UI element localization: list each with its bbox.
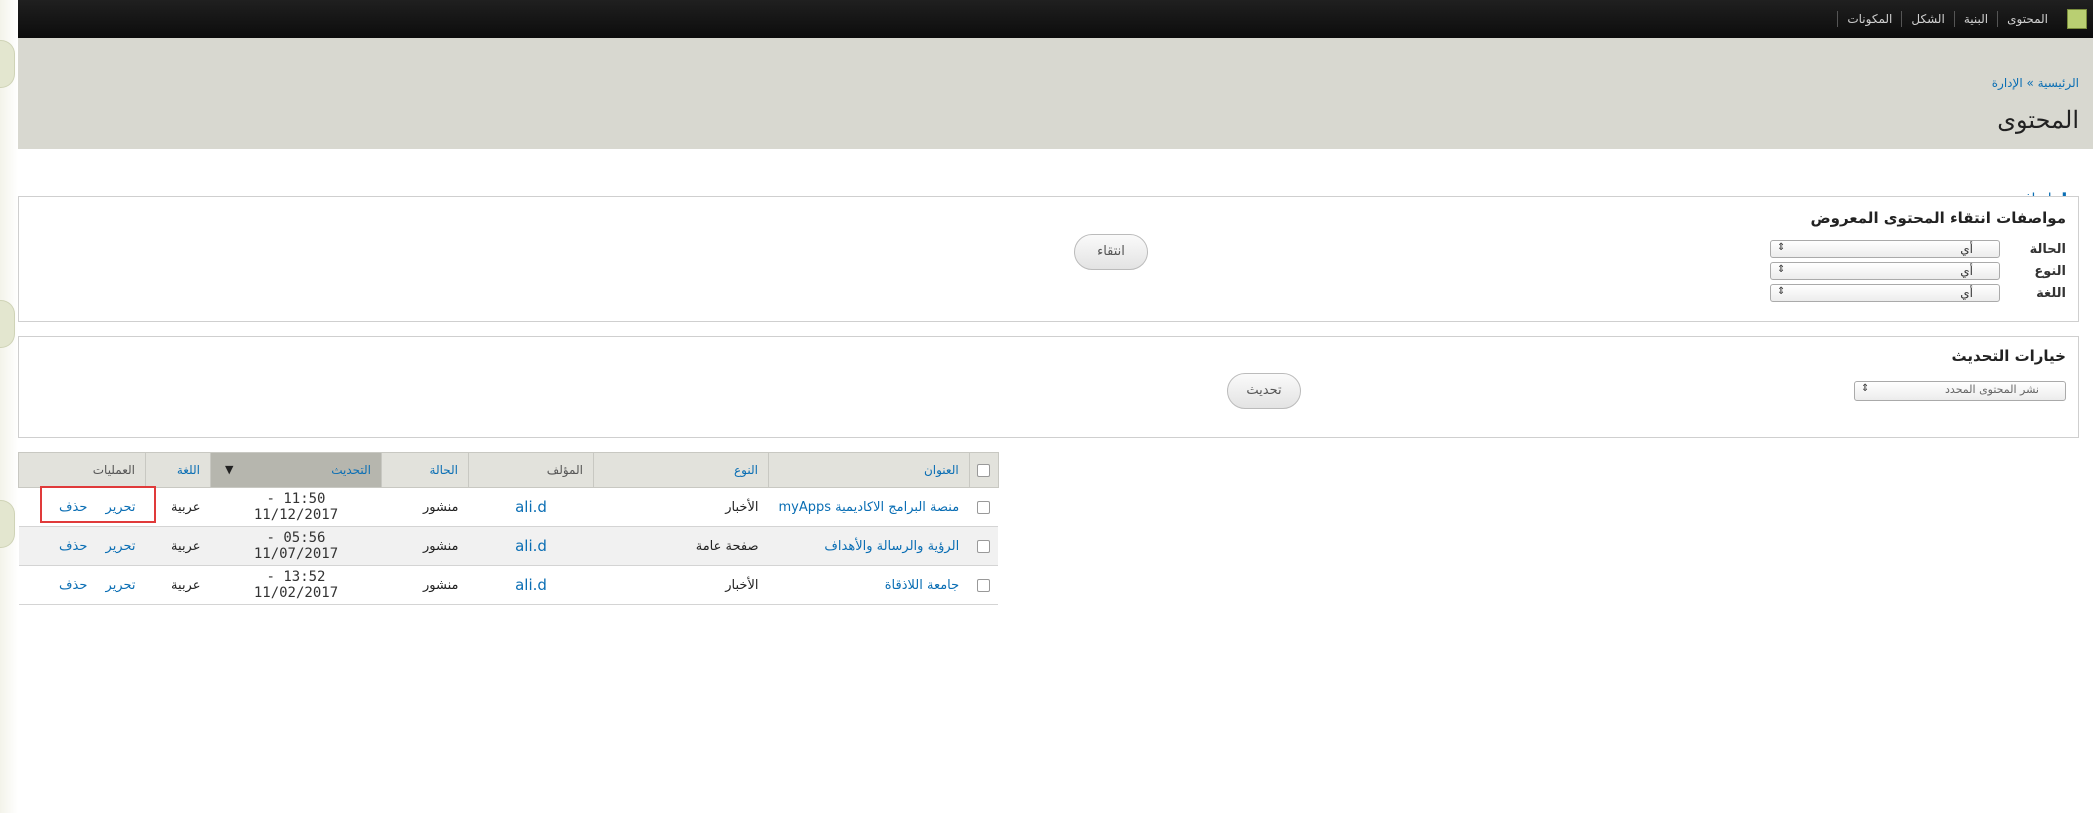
row-type: صفحة عامة [593, 526, 769, 566]
filter-panel: مواصفات انتقاء المحتوى المعروض الحالة أي… [18, 196, 2079, 322]
column-operations: العمليات [18, 452, 146, 488]
home-icon[interactable] [2067, 9, 2087, 29]
update-button[interactable]: تحديث [1227, 373, 1301, 409]
toolbar-item-modules[interactable]: المكونات [1837, 11, 1901, 27]
row-author-link[interactable]: ali.d [515, 537, 547, 555]
filter-language-select[interactable]: أي ⇕ [1770, 284, 2000, 302]
table-header-row: العنوان النوع المؤلف الحالة التحديث ▼ ال… [18, 452, 999, 488]
filter-type-select[interactable]: أي ⇕ [1770, 262, 2000, 280]
admin-toolbar: المحتوى البنية الشكل المكونات [18, 0, 2093, 38]
page-title: المحتوى [1997, 106, 2079, 134]
filter-button[interactable]: انتقاء [1074, 234, 1148, 270]
filter-status-label: الحالة [2029, 241, 2066, 257]
column-type[interactable]: النوع [593, 452, 769, 488]
leaf-decoration [0, 40, 15, 88]
page-header: الرئيسية » الإدارة المحتوى [18, 38, 2093, 149]
left-edge-decoration [0, 0, 18, 813]
row-operations: تحرير حذف [18, 565, 146, 605]
select-arrows-icon: ⇕ [1777, 264, 1786, 275]
filter-status-select[interactable]: أي ⇕ [1770, 240, 2000, 258]
row-checkbox[interactable] [969, 487, 999, 527]
row-language: عربية [145, 565, 211, 605]
leaf-decoration [0, 300, 15, 348]
row-author-link[interactable]: ali.d [515, 576, 547, 594]
table-row: جامعة اللاذقاة الأخبار ali.d منشور 13:52… [18, 565, 999, 605]
row-title-link[interactable]: منصة البرامج الاكاديمية myApps [779, 500, 960, 515]
filter-type-label: النوع [2034, 263, 2066, 279]
select-all-checkbox[interactable] [968, 452, 999, 488]
edit-link[interactable]: تحرير [106, 539, 136, 554]
select-arrows-icon: ⇕ [1777, 242, 1786, 253]
row-status: منشور [381, 565, 469, 605]
select-arrows-icon: ⇕ [1861, 383, 1870, 394]
row-title-link[interactable]: الرؤية والرسالة والأهداف [824, 539, 959, 554]
filter-status-row: الحالة أي ⇕ [1770, 239, 2066, 259]
column-title[interactable]: العنوان [768, 452, 970, 488]
delete-link[interactable]: حذف [59, 578, 87, 593]
row-status: منشور [381, 487, 469, 527]
update-panel-title: خيارات التحديث [1951, 347, 2066, 365]
edit-link[interactable]: تحرير [106, 578, 136, 593]
update-panel: خيارات التحديث نشر المحتوى المحدد ⇕ تحدي… [18, 336, 2079, 438]
filter-language-row: اللغة أي ⇕ [1770, 283, 2066, 303]
row-title-link[interactable]: جامعة اللاذقاة [885, 578, 959, 593]
column-author: المؤلف [468, 452, 594, 488]
delete-link[interactable]: حذف [59, 539, 87, 554]
row-updated: 13:52 - 11/02/2017 [210, 565, 382, 605]
row-updated: 11:50 - 11/12/2017 [210, 487, 382, 527]
row-checkbox[interactable] [969, 526, 999, 566]
breadcrumb[interactable]: الرئيسية » الإدارة [1992, 76, 2079, 90]
toolbar-item-structure[interactable]: البنية [1953, 11, 1997, 27]
filter-type-row: النوع أي ⇕ [1770, 261, 2066, 281]
row-updated: 05:56 - 11/07/2017 [210, 526, 382, 566]
filter-language-label: اللغة [2036, 285, 2066, 301]
row-type: الأخبار [593, 487, 769, 527]
column-status[interactable]: الحالة [381, 452, 469, 488]
table-row: الرؤية والرسالة والأهداف صفحة عامة ali.d… [18, 526, 999, 566]
column-language[interactable]: اللغة [145, 452, 211, 488]
column-updated[interactable]: التحديث ▼ [210, 452, 382, 488]
toolbar-item-appearance[interactable]: الشكل [1901, 11, 1953, 27]
row-checkbox[interactable] [969, 565, 999, 605]
highlight-box [40, 486, 156, 523]
row-operations: تحرير حذف [18, 526, 146, 566]
update-action-select[interactable]: نشر المحتوى المحدد ⇕ [1854, 381, 2066, 401]
row-language: عربية [145, 526, 211, 566]
row-author-link[interactable]: ali.d [515, 498, 547, 516]
sort-descending-icon: ▼ [225, 463, 234, 476]
filter-panel-title: مواصفات انتقاء المحتوى المعروض [1810, 209, 2066, 227]
row-status: منشور [381, 526, 469, 566]
select-arrows-icon: ⇕ [1777, 286, 1786, 297]
toolbar-item-content[interactable]: المحتوى [1997, 11, 2057, 27]
leaf-decoration [0, 500, 15, 548]
content-table: العنوان النوع المؤلف الحالة التحديث ▼ ال… [18, 452, 999, 605]
toolbar-menu: المحتوى البنية الشكل المكونات [1837, 0, 2057, 38]
row-type: الأخبار [593, 565, 769, 605]
table-row: منصة البرامج الاكاديمية myApps الأخبار a… [18, 487, 999, 527]
